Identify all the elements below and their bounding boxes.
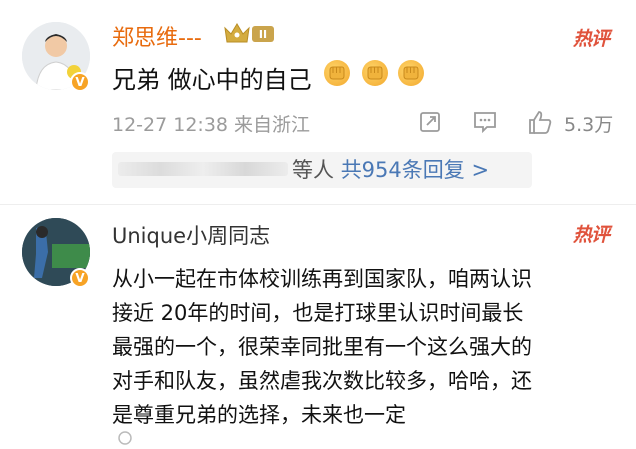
username[interactable]: 郑思维--- [112, 20, 202, 52]
replies-prefix: 等人 [292, 158, 334, 182]
fist-bump-emoji-icon [398, 60, 424, 86]
level-badge: II [252, 26, 274, 42]
fist-bump-emoji-icon [324, 60, 350, 86]
divider [0, 204, 636, 205]
username[interactable]: Unique小周同志 [112, 220, 270, 250]
comment-text: 从小一起在市体校训练再到国家队，咱两认识 接近 20年的时间，也是打球里认识时间… [112, 262, 622, 432]
hot-comment-badge: 热评 [573, 224, 610, 246]
replies-summary[interactable]: 等人 共954条回复 > [292, 154, 489, 184]
replies-link[interactable]: 共954条回复 > [341, 158, 489, 182]
thumbs-up-icon[interactable] [526, 108, 554, 140]
comment-line: 最强的一个，很荣幸同批里有一个这么强大的 [112, 335, 532, 359]
blurred-reply-names [118, 162, 288, 176]
like-count: 5.3万 [564, 114, 614, 136]
comment-text: 兄弟 做心中的自己 [112, 66, 312, 94]
comment-icon[interactable] [472, 110, 498, 138]
hot-comment-badge: 热评 [573, 28, 610, 50]
clock-icon [118, 430, 132, 449]
comment-line: 接近 20年的时间，也是打球里认识时间最长 [112, 301, 524, 325]
comment-line: 是尊重兄弟的选择，未来也一定 [112, 403, 406, 427]
verified-badge-icon: V [70, 268, 90, 288]
verified-badge-icon: V [70, 72, 90, 92]
share-icon[interactable] [418, 110, 442, 138]
comment-meta: 12-27 12:38 来自浙江 [112, 114, 311, 136]
comment-line: 对手和队友，虽然虐我次数比较多，哈哈，还 [112, 369, 532, 393]
fist-bump-emoji-icon [362, 60, 388, 86]
comment-line: 从小一起在市体校训练再到国家队，咱两认识 [112, 267, 532, 291]
